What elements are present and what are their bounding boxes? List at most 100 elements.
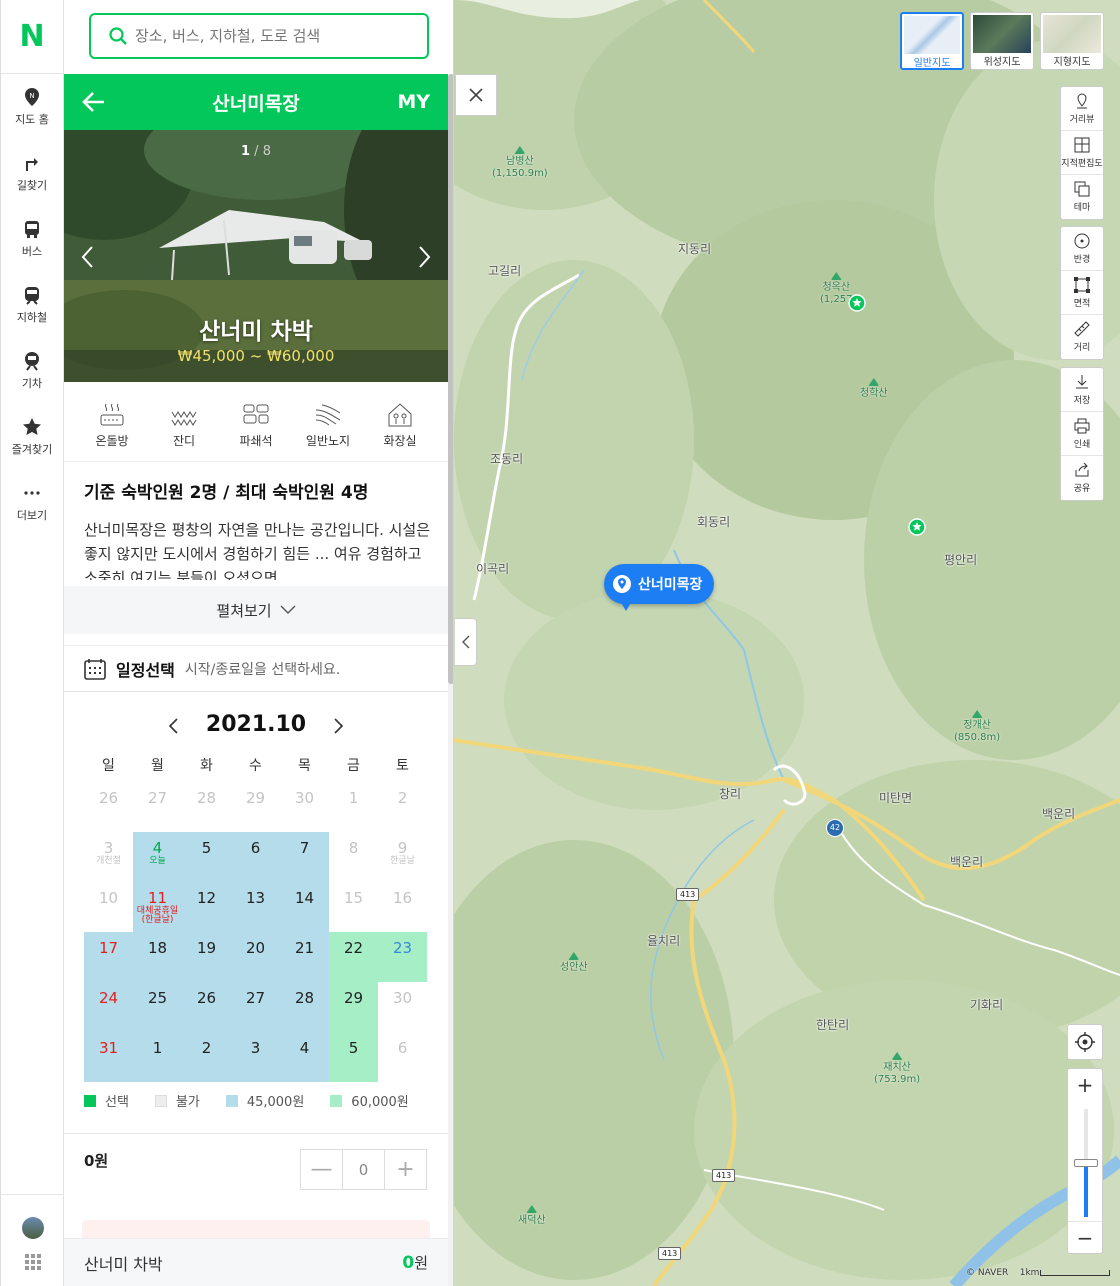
calendar-day[interactable]: 14 bbox=[280, 882, 329, 932]
maptype-satellite[interactable]: 위성지도 bbox=[970, 12, 1034, 70]
nav-bus[interactable]: 버스 bbox=[1, 206, 63, 272]
maptype-normal[interactable]: 일반지도 bbox=[900, 12, 964, 70]
calendar-day[interactable]: 22 bbox=[329, 932, 378, 982]
apps-grid-icon[interactable] bbox=[25, 1254, 41, 1270]
decrease-button[interactable]: — bbox=[301, 1150, 342, 1189]
map-label: 고길리 bbox=[488, 264, 522, 278]
save-button[interactable]: 저장 bbox=[1061, 368, 1103, 412]
map-tools-mid: 반경 면적 거리 bbox=[1060, 226, 1104, 360]
nav-more[interactable]: 더보기 bbox=[1, 470, 63, 536]
increase-button[interactable]: + bbox=[385, 1150, 426, 1189]
zoom-handle[interactable] bbox=[1074, 1159, 1098, 1167]
calendar-day[interactable]: 4 bbox=[280, 1032, 329, 1082]
calendar-day[interactable]: 29 bbox=[329, 982, 378, 1032]
nav-train[interactable]: 기차 bbox=[1, 338, 63, 404]
mountain-icon bbox=[971, 710, 983, 718]
calendar-day[interactable]: 4 오늘 bbox=[133, 832, 182, 882]
calendar-day[interactable]: 20 bbox=[231, 932, 280, 982]
photo-carousel[interactable]: 1 / 8 산너미 차박 ₩45,000 ~ ₩60,000 bbox=[64, 130, 448, 382]
calendar-day[interactable]: 27 bbox=[231, 982, 280, 1032]
calendar-day[interactable]: 6 bbox=[231, 832, 280, 882]
train-icon bbox=[25, 352, 39, 371]
calendar-day[interactable]: 19 bbox=[182, 932, 231, 982]
scale-bar bbox=[1040, 1270, 1110, 1276]
cadastral-icon bbox=[1074, 137, 1090, 152]
close-panel-button[interactable] bbox=[455, 74, 497, 116]
avatar[interactable] bbox=[22, 1217, 44, 1239]
calendar-day[interactable]: 31 bbox=[84, 1032, 133, 1082]
share-button[interactable]: 공유 bbox=[1061, 456, 1103, 500]
place-pin[interactable]: 산너미목장 bbox=[604, 564, 715, 611]
mountain-icon bbox=[514, 146, 526, 154]
more-icon bbox=[24, 491, 40, 495]
calendar-day: 15 bbox=[343, 889, 364, 907]
cadastral-button[interactable]: 지적편집도 bbox=[1061, 131, 1103, 175]
calendar-day[interactable]: 1 bbox=[133, 1032, 182, 1082]
calendar-day[interactable]: 25 bbox=[133, 982, 182, 1032]
nav-map-home[interactable]: N 지도 홈 bbox=[1, 74, 63, 140]
nav-favorites[interactable]: 즐겨찾기 bbox=[1, 404, 63, 470]
calendar-day[interactable]: 5 bbox=[329, 1032, 378, 1082]
calendar-day[interactable]: 17 bbox=[84, 932, 133, 982]
my-button[interactable]: MY bbox=[397, 91, 430, 113]
map-label: 이곡리 bbox=[476, 562, 510, 576]
calendar-day[interactable]: 18 bbox=[133, 932, 182, 982]
search-box[interactable] bbox=[89, 13, 429, 59]
peak-marker: 남병산 (1,150.9m) bbox=[492, 146, 548, 180]
calendar-day[interactable]: 5 bbox=[182, 832, 231, 882]
map-canvas[interactable]: 지동리 고길리 조동리 회동리 평안리 이곡리 창리 미탄면 백운리 백운리 율… bbox=[454, 0, 1120, 1286]
calendar-day[interactable]: 26 bbox=[182, 982, 231, 1032]
amenity-toilet: 화장실 bbox=[370, 402, 430, 461]
calendar-day[interactable]: 2 bbox=[182, 1032, 231, 1082]
maptype-terrain[interactable]: 지형지도 bbox=[1040, 12, 1104, 70]
distance-button[interactable]: 거리 bbox=[1061, 315, 1103, 359]
calendar-day[interactable]: 11 대체공휴일(한글날) bbox=[133, 882, 182, 932]
street-view-button[interactable]: 거리뷰 bbox=[1061, 87, 1103, 131]
chevron-left-icon bbox=[461, 635, 469, 649]
map-label: 회동리 bbox=[697, 515, 731, 529]
legend-selected: 선택 bbox=[84, 1091, 129, 1110]
calendar-day[interactable]: 23 bbox=[378, 932, 427, 982]
location-pin-icon bbox=[613, 575, 631, 593]
nav-directions[interactable]: 길찾기 bbox=[1, 140, 63, 206]
zoom-in-button[interactable]: + bbox=[1068, 1069, 1102, 1101]
photo-next-icon[interactable] bbox=[414, 244, 434, 270]
zoom-out-button[interactable]: − bbox=[1068, 1221, 1102, 1253]
collapse-panel-button[interactable] bbox=[455, 618, 477, 666]
map-label: 기화리 bbox=[970, 998, 1004, 1012]
capacity-info: 기준 숙박인원 2명 / 최대 숙박인원 4명 bbox=[84, 483, 369, 503]
expand-button[interactable]: 펼쳐보기 bbox=[64, 586, 448, 634]
search-input[interactable] bbox=[135, 27, 395, 45]
photo-prev-icon[interactable] bbox=[78, 244, 98, 270]
calendar-day[interactable]: 13 bbox=[231, 882, 280, 932]
calendar-day[interactable]: 24 bbox=[84, 982, 133, 1032]
print-button[interactable]: 인쇄 bbox=[1061, 412, 1103, 456]
naver-logo[interactable]: N bbox=[1, 0, 63, 74]
theme-button[interactable]: 테마 bbox=[1061, 175, 1103, 219]
calendar-day[interactable]: 12 bbox=[182, 882, 231, 932]
peak-marker: 성안산 bbox=[560, 952, 588, 974]
calendar-day[interactable]: 21 bbox=[280, 932, 329, 982]
poi-star-icon[interactable] bbox=[848, 294, 866, 312]
calendar-day[interactable]: 28 bbox=[280, 982, 329, 1032]
schedule-header: 일정선택 시작/종료일을 선택하세요. bbox=[64, 645, 448, 692]
poi-star-icon[interactable] bbox=[908, 518, 926, 536]
my-location-button[interactable] bbox=[1067, 1024, 1103, 1060]
calendar-day[interactable]: 3 bbox=[231, 1032, 280, 1082]
prev-month-icon[interactable] bbox=[166, 716, 182, 736]
zoom-control: + − bbox=[1067, 1068, 1103, 1254]
quantity-value[interactable]: 0 bbox=[342, 1150, 385, 1189]
calendar-day: 30 bbox=[392, 989, 413, 1007]
holiday-label: 오늘 bbox=[149, 856, 166, 866]
bus-icon bbox=[25, 221, 39, 238]
star-icon bbox=[23, 418, 41, 435]
legend-60000: 60,000원 bbox=[330, 1091, 409, 1110]
calendar-day[interactable]: 7 bbox=[280, 832, 329, 882]
map-label: 조동리 bbox=[490, 452, 524, 466]
nav-subway[interactable]: 지하철 bbox=[1, 272, 63, 338]
area-button[interactable]: 면적 bbox=[1061, 271, 1103, 315]
radius-button[interactable]: 반경 bbox=[1061, 227, 1103, 271]
amenity-field: 일반노지 bbox=[298, 402, 358, 461]
next-month-icon[interactable] bbox=[330, 716, 346, 736]
map-label: 미탄면 bbox=[879, 791, 913, 805]
